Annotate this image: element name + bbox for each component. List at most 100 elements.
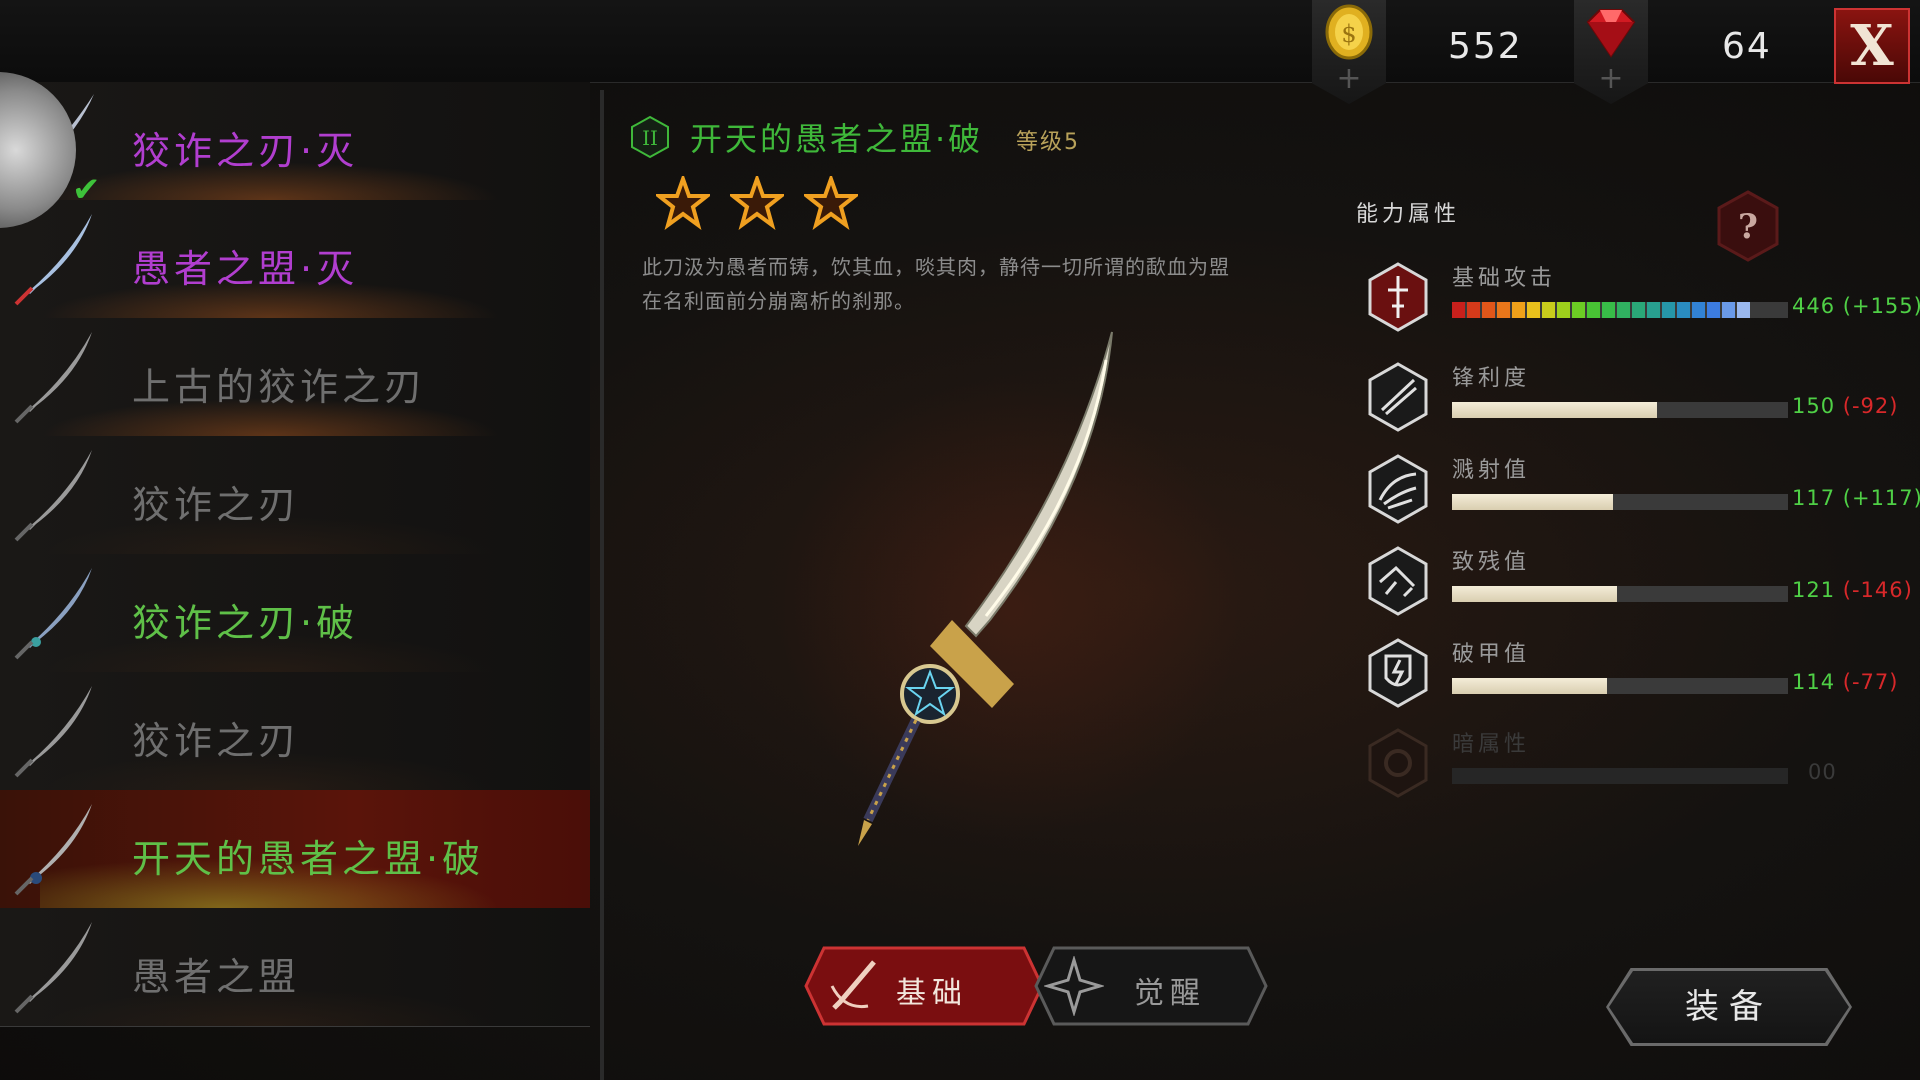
dark-element-icon <box>1368 728 1428 798</box>
attack-bar-segment <box>1452 302 1465 318</box>
stat-bar <box>1452 678 1788 694</box>
weapon-list-item[interactable]: 狡诈之刃 <box>0 436 590 555</box>
stat-sharpness: 锋利度 150 (-92) <box>1366 362 1916 442</box>
weapon-list-item[interactable]: 上古的狡诈之刃 <box>0 318 590 437</box>
weapon-name: 狡诈之刃 <box>132 719 301 763</box>
close-button[interactable]: X <box>1834 8 1910 84</box>
tab-awaken[interactable]: 觉醒 <box>1034 946 1270 1026</box>
sword-thumbnail-icon <box>14 450 92 542</box>
stat-bar-rainbow <box>1452 302 1788 318</box>
equipped-checkmark-icon: ✔ <box>72 170 101 210</box>
tab-basic[interactable]: 基础 <box>804 946 1044 1026</box>
sharpness-icon <box>1368 362 1428 432</box>
sword-thumbnail-icon <box>14 686 92 778</box>
attack-bar-segment <box>1752 302 1765 318</box>
question-icon[interactable]: ? <box>1715 190 1781 262</box>
stat-value: 114 (-77) <box>1792 670 1899 694</box>
attack-bar-segment <box>1617 302 1630 318</box>
attack-bar-segment <box>1737 302 1750 318</box>
attack-bar-segment <box>1722 302 1735 318</box>
weapon-title: 开天的愚者之盟·破 <box>690 120 984 158</box>
weapon-list-item-selected[interactable]: 开天的愚者之盟·破 <box>0 790 590 909</box>
stat-armor-break: 破甲值 114 (-77) <box>1366 638 1916 718</box>
stat-bar <box>1452 586 1788 602</box>
attack-bar-segment <box>1647 302 1660 318</box>
stat-value: 117 (+117) <box>1792 486 1920 510</box>
stat-splash: 溅射值 117 (+117) <box>1366 454 1920 534</box>
attack-bar-segment <box>1542 302 1555 318</box>
tab-basic-label: 基础 <box>896 976 968 1011</box>
stat-label: 溅射值 <box>1452 458 1531 483</box>
stat-cripple: 致残值 121 (-146) <box>1366 546 1916 626</box>
weapon-name: 开天的愚者之盟·破 <box>132 837 485 881</box>
stat-label: 基础攻击 <box>1452 266 1557 291</box>
weapon-level: 等级5 <box>1016 130 1080 155</box>
svg-text:II: II <box>642 126 658 150</box>
weapon-name: 狡诈之刃·破 <box>132 601 359 645</box>
stat-label: 锋利度 <box>1452 366 1531 391</box>
attack-bar-segment <box>1557 302 1570 318</box>
attack-bar-segment <box>1602 302 1615 318</box>
sword-thumbnail-icon <box>14 568 92 660</box>
attack-bar-segment <box>1707 302 1720 318</box>
sword-thumbnail-icon <box>14 332 92 424</box>
weapon-list: 狡诈之刃·灭 愚者之盟·灭 上古的狡诈之刃 狡诈之刃 狡诈之刃·破 狡诈之刃 开… <box>0 82 600 1080</box>
svg-text:?: ? <box>1738 207 1758 247</box>
weapon-list-item[interactable]: 狡诈之刃·破 <box>0 554 590 673</box>
gold-amount: 552 <box>1448 26 1523 67</box>
stat-label: 暗属性 <box>1452 732 1531 757</box>
tab-awaken-label: 觉醒 <box>1134 976 1206 1011</box>
sword-thumbnail-icon <box>14 922 92 1014</box>
attack-bar-segment <box>1482 302 1495 318</box>
top-bar: $ + 552 + 64 X <box>0 0 1920 104</box>
attack-bar-segment <box>1497 302 1510 318</box>
weapon-description: 此刀汲为愚者而铸，饮其血，啖其肉，静待一切所谓的歃血为盟在名利面前分崩离析的刹那… <box>642 255 1230 313</box>
attack-bar-segment <box>1632 302 1645 318</box>
stat-bar <box>1452 402 1788 418</box>
equip-button-label: 装备 <box>1609 971 1849 1043</box>
weapon-list-item[interactable]: 愚者之盟·灭 <box>0 200 590 319</box>
attack-bar-segment <box>1527 302 1540 318</box>
tier-badge: II <box>631 115 669 159</box>
add-gold-icon[interactable]: + <box>1312 64 1386 94</box>
gem-slot[interactable]: + <box>1574 0 1648 104</box>
weapon-name: 狡诈之刃 <box>132 483 301 527</box>
weapon-name: 愚者之盟·灭 <box>132 247 359 291</box>
stat-label: 破甲值 <box>1452 642 1531 667</box>
stat-bar <box>1452 768 1788 784</box>
attack-bar-segment <box>1677 302 1690 318</box>
attack-bar-segment <box>1767 302 1780 318</box>
add-gem-icon[interactable]: + <box>1574 64 1648 94</box>
stat-value: 121 (-146) <box>1792 578 1913 602</box>
weapon-list-item[interactable]: 愚者之盟 <box>0 908 590 1027</box>
star-rating <box>656 176 858 230</box>
attack-bar-segment <box>1572 302 1585 318</box>
panel-divider <box>600 90 604 1080</box>
weapon-model <box>858 331 1113 846</box>
svg-text:$: $ <box>1341 20 1356 48</box>
star-icon <box>804 176 858 230</box>
stat-bar <box>1452 494 1788 510</box>
weapon-name: 愚者之盟 <box>132 955 301 999</box>
attack-bar-segment <box>1692 302 1705 318</box>
gold-slot[interactable]: $ + <box>1312 0 1386 104</box>
gem-amount: 64 <box>1722 26 1772 67</box>
star-icon <box>656 176 710 230</box>
armor-break-icon <box>1368 638 1428 708</box>
sword-thumbnail-icon <box>14 804 92 896</box>
equip-button[interactable]: 装备 <box>1606 968 1852 1046</box>
weapon-name: 上古的狡诈之刃 <box>132 365 427 409</box>
stat-value: 00 <box>1808 760 1837 784</box>
attack-bar-segment <box>1587 302 1600 318</box>
stat-value: 446 (+155) <box>1792 294 1920 318</box>
splash-icon <box>1368 454 1428 524</box>
stats-title: 能力属性 <box>1356 202 1461 227</box>
stat-dark-element: 暗属性 00 <box>1366 728 1916 808</box>
attack-bar-segment <box>1467 302 1480 318</box>
star-icon <box>730 176 784 230</box>
weapon-list-item[interactable]: 狡诈之刃 <box>0 672 590 791</box>
stat-label: 致残值 <box>1452 550 1531 575</box>
attack-icon <box>1368 262 1428 332</box>
attack-bar-segment <box>1512 302 1525 318</box>
cripple-icon <box>1368 546 1428 616</box>
